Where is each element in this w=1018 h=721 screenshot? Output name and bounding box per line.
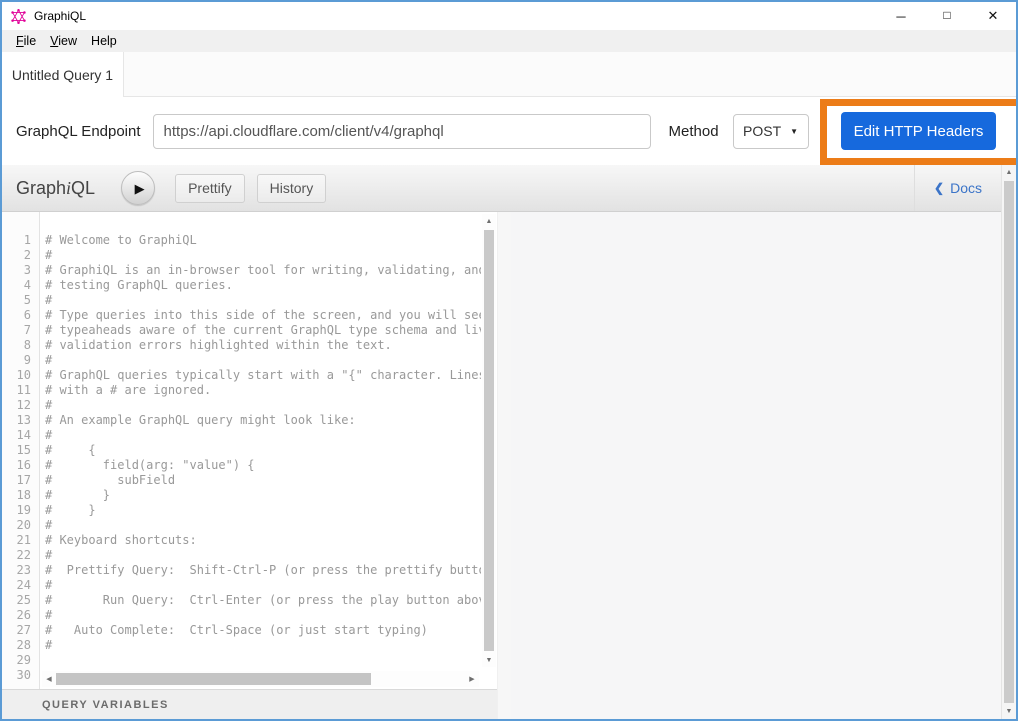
horizontal-scroll-thumb[interactable] — [56, 673, 371, 685]
pane-resize-handle[interactable] — [498, 212, 511, 719]
scroll-track[interactable] — [371, 671, 465, 687]
query-variables-bar[interactable]: QUERY VARIABLES — [2, 689, 497, 719]
maximize-button[interactable]: □ — [924, 2, 970, 30]
execute-query-button[interactable]: ▶ — [121, 171, 155, 205]
minimize-icon: ─ — [896, 9, 905, 24]
scroll-right-icon[interactable]: ▶ — [465, 671, 479, 687]
scroll-down-icon[interactable]: ▼ — [1002, 704, 1016, 719]
maximize-icon: □ — [943, 8, 950, 22]
graphql-logo-icon — [11, 9, 26, 24]
request-bar: GraphQL Endpoint Method POST ▼ Edit HTTP… — [2, 97, 1016, 165]
method-select[interactable]: POST ▼ — [733, 114, 809, 149]
prettify-button[interactable]: Prettify — [175, 174, 245, 203]
tab-bar-divider — [124, 96, 1016, 97]
chevron-down-icon: ▼ — [790, 127, 798, 136]
minimize-button[interactable]: ─ — [878, 2, 924, 30]
close-icon: ✕ — [988, 8, 999, 24]
menu-bar: File View Help — [2, 30, 1016, 52]
docs-section: ❮ Docs — [914, 165, 1001, 211]
line-numbers: 1 2 3 4 5 6 7 8 9 10 11 12 13 14 15 16 1… — [2, 212, 39, 683]
method-value: POST — [743, 123, 781, 139]
line-number-gutter: 1 2 3 4 5 6 7 8 9 10 11 12 13 14 15 16 1… — [2, 212, 40, 689]
history-button[interactable]: History — [257, 174, 327, 203]
query-editor: 1 2 3 4 5 6 7 8 9 10 11 12 13 14 15 16 1… — [2, 212, 497, 689]
scroll-up-icon[interactable]: ▲ — [1002, 165, 1016, 180]
query-text: # Welcome to GraphiQL # # GraphiQL is an… — [41, 212, 481, 668]
endpoint-label: GraphQL Endpoint — [16, 123, 141, 140]
tab-untitled-query-1[interactable]: Untitled Query 1 — [2, 52, 124, 97]
app-window: GraphiQL ─ □ ✕ File View Help Untitled Q… — [0, 0, 1018, 721]
tab-bar: Untitled Query 1 — [2, 52, 1016, 97]
scroll-down-icon[interactable]: ▼ — [482, 653, 496, 667]
docs-link-label: Docs — [950, 180, 982, 196]
code-area[interactable]: # Welcome to GraphiQL # # GraphiQL is an… — [41, 212, 481, 689]
menu-help[interactable]: Help — [84, 34, 124, 48]
graphiql-toolbar: GraphiQL ▶ Prettify History ❮ Docs — [2, 165, 1001, 212]
editor-horizontal-scrollbar[interactable]: ◀ ▶ — [42, 671, 479, 687]
window-controls: ─ □ ✕ — [878, 2, 1016, 30]
result-pane — [511, 212, 1001, 719]
menu-view[interactable]: View — [43, 34, 84, 48]
scroll-left-icon[interactable]: ◀ — [42, 671, 56, 687]
graphiql-logo: GraphiQL — [16, 178, 95, 199]
window-scrollbar[interactable]: ▲ ▼ — [1001, 165, 1016, 719]
editor-vertical-scrollbar[interactable]: ▲ ▼ — [482, 214, 496, 667]
vertical-scroll-thumb[interactable] — [484, 230, 494, 651]
method-label: Method — [669, 123, 719, 140]
chevron-left-icon: ❮ — [934, 181, 944, 195]
close-button[interactable]: ✕ — [970, 2, 1016, 30]
title-bar: GraphiQL ─ □ ✕ — [2, 2, 1016, 30]
app-body: GraphiQL ▶ Prettify History ❮ Docs — [2, 165, 1016, 719]
play-icon: ▶ — [135, 182, 145, 195]
app-content: GraphiQL ▶ Prettify History ❮ Docs — [2, 165, 1001, 719]
scroll-up-icon[interactable]: ▲ — [482, 214, 496, 228]
edit-http-headers-button[interactable]: Edit HTTP Headers — [841, 112, 997, 150]
query-variables-label: QUERY VARIABLES — [42, 699, 169, 711]
docs-link[interactable]: ❮ Docs — [934, 180, 982, 196]
window-title: GraphiQL — [34, 9, 86, 23]
endpoint-input[interactable] — [153, 114, 651, 149]
main-panes: 1 2 3 4 5 6 7 8 9 10 11 12 13 14 15 16 1… — [2, 212, 1001, 719]
tab-label: Untitled Query 1 — [12, 67, 113, 83]
window-scroll-thumb[interactable] — [1004, 181, 1014, 703]
query-editor-pane: 1 2 3 4 5 6 7 8 9 10 11 12 13 14 15 16 1… — [2, 212, 498, 719]
menu-file[interactable]: File — [9, 34, 43, 48]
